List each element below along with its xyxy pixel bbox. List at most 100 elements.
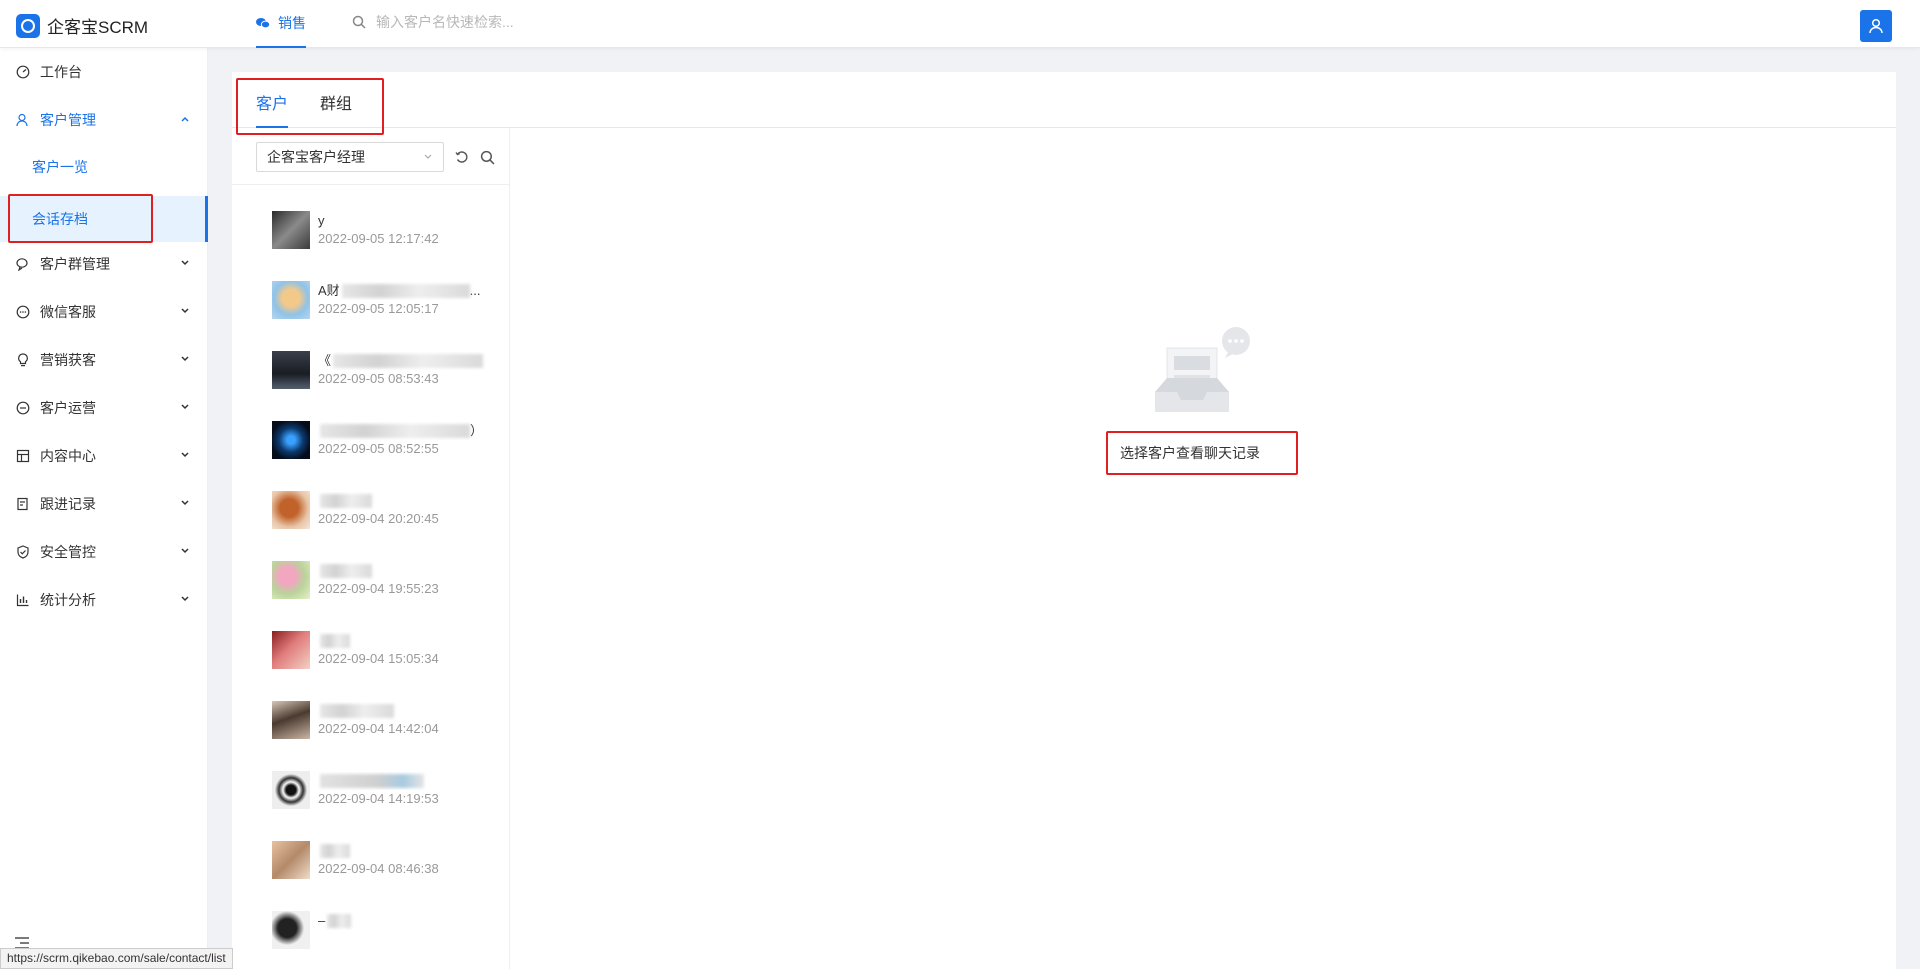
name-blur (333, 354, 484, 368)
contact-list-panel: 企客宝客户经理 y 2022-09-05 12:17:42 A财... 2022… (232, 128, 510, 969)
contact-name: y (318, 213, 325, 228)
contact-time: 2022-09-04 14:19:53 (318, 791, 439, 806)
empty-state-text: 选择客户查看聊天记录 (1106, 431, 1298, 475)
record-icon (16, 497, 30, 511)
empty-state-illustration (1148, 326, 1258, 426)
sidebar-item-workbench[interactable]: 工作台 (0, 52, 208, 92)
contact-time: 2022-09-05 08:53:43 (318, 371, 439, 386)
avatar (272, 281, 310, 319)
name-blur (341, 284, 470, 298)
sidebar-item-group-management[interactable]: 客户群管理 (0, 244, 208, 284)
contact-item[interactable]: 2022-09-04 08:46:38 (272, 840, 492, 880)
empty-state-label: 选择客户查看聊天记录 (1120, 445, 1260, 461)
sidebar-item-customer-management[interactable]: 客户管理 (0, 100, 208, 140)
chevron-down-icon (181, 404, 189, 410)
customer-search-input[interactable] (376, 14, 596, 30)
sidebar-item-label: 内容中心 (40, 448, 96, 464)
app-name: 企客宝SCRM (47, 18, 149, 37)
avatar (272, 841, 310, 879)
app-logo[interactable]: 企客宝SCRM (16, 13, 148, 38)
avatar (272, 701, 310, 739)
tab-group[interactable]: 群组 (320, 90, 352, 128)
group-chat-icon (16, 257, 30, 271)
contact-item[interactable]: A财... 2022-09-05 12:05:17 (272, 280, 492, 320)
sidebar-item-label: 微信客服 (40, 304, 96, 320)
sidebar-item-marketing[interactable]: 营销获客 (0, 340, 208, 380)
avatar (272, 911, 310, 949)
customer-icon (16, 113, 30, 127)
sidebar-item-label: 营销获客 (40, 352, 96, 368)
contact-name-row: 《 (318, 352, 492, 370)
chart-icon (16, 593, 30, 607)
user-avatar-button[interactable] (1860, 10, 1892, 42)
contact-item[interactable]: y 2022-09-05 12:17:42 (272, 210, 492, 250)
status-url-bar: https://scrm.qikebao.com/sale/contact/li… (0, 948, 233, 969)
contact-item[interactable]: 2022-09-04 19:55:23 (272, 560, 492, 600)
empty-inbox-icon (1155, 327, 1250, 412)
contact-name-tail: ） (470, 423, 484, 438)
tab-customer[interactable]: 客户 (256, 90, 289, 128)
contact-time: 2022-09-04 19:55:23 (318, 581, 439, 596)
contact-name-row (318, 702, 492, 720)
contact-time: 2022-09-04 08:46:38 (318, 861, 439, 876)
refresh-button[interactable] (454, 149, 470, 165)
avatar (272, 631, 310, 669)
sidebar-item-customer-operation[interactable]: 客户运营 (0, 388, 208, 428)
sidebar-item-content-center[interactable]: 内容中心 (0, 436, 208, 476)
contact-name-row (318, 492, 492, 510)
avatar (272, 561, 310, 599)
sidebar-item-label: 安全管控 (40, 544, 96, 560)
dashboard-icon (16, 65, 30, 79)
sidebar-item-label: 工作台 (40, 64, 82, 80)
logo-icon (16, 13, 40, 38)
contact-time: 2022-09-05 12:17:42 (318, 231, 439, 246)
sidebar-item-statistics[interactable]: 统计分析 (0, 580, 208, 620)
name-blur (320, 494, 372, 508)
top-tab-sales[interactable]: 销售 (256, 0, 306, 48)
name-blur (320, 564, 372, 578)
sidebar-item-wechat-service[interactable]: 微信客服 (0, 292, 208, 332)
shield-icon (16, 545, 30, 559)
user-icon (1869, 18, 1883, 34)
manager-select-value: 企客宝客户经理 (267, 149, 365, 165)
contact-name-row (318, 772, 492, 790)
contact-name-row: ） (318, 422, 492, 440)
sidebar-item-label: 跟进记录 (40, 496, 96, 512)
search-icon (480, 150, 495, 164)
name-blur (320, 774, 424, 788)
chevron-down-icon (181, 596, 189, 602)
contact-item[interactable]: 2022-09-04 20:20:45 (272, 490, 492, 530)
bulb-icon (16, 353, 30, 367)
contact-name-row: – (318, 912, 492, 930)
filter-divider (232, 184, 509, 185)
contact-name-row (318, 842, 492, 860)
contact-item[interactable]: 2022-09-04 14:42:04 (272, 700, 492, 740)
sidebar-item-label: 统计分析 (40, 592, 96, 608)
contact-item[interactable]: 2022-09-04 15:05:34 (272, 630, 492, 670)
contact-item[interactable]: – (272, 910, 492, 950)
contact-name: – (318, 913, 326, 928)
contact-item[interactable]: 《 2022-09-05 08:53:43 (272, 350, 492, 390)
avatar (272, 351, 310, 389)
contact-item[interactable]: ） 2022-09-05 08:52:55 (272, 420, 492, 460)
sidebar-item-follow-records[interactable]: 跟进记录 (0, 484, 208, 524)
manager-select[interactable]: 企客宝客户经理 (256, 142, 444, 172)
contact-name-tail: ... (469, 283, 481, 298)
contact-time: 2022-09-04 14:42:04 (318, 721, 439, 736)
contact-name-row: A财... (318, 282, 492, 300)
chevron-down-icon (181, 260, 189, 266)
contact-item[interactable]: 2022-09-04 14:19:53 (272, 770, 492, 810)
refresh-icon (455, 151, 468, 163)
top-tab-label: 销售 (278, 15, 306, 31)
main-panel: 客户 群组 企客宝客户经理 y 2022-09-05 12:17:42 A财 .… (232, 72, 1896, 969)
list-search-button[interactable] (480, 150, 495, 165)
contact-time (318, 930, 492, 948)
sidebar-subitem-customer-list[interactable]: 客户一览 (0, 144, 208, 190)
sidebar-item-label: 客户管理 (40, 112, 96, 128)
contact-name-row (318, 562, 492, 580)
sidebar-subitem-session-archive[interactable]: 会话存档 (0, 196, 208, 242)
filter-row: 企客宝客户经理 (256, 142, 495, 172)
chevron-down-icon (181, 308, 189, 314)
sidebar-item-security[interactable]: 安全管控 (0, 532, 208, 572)
service-icon (16, 305, 30, 319)
